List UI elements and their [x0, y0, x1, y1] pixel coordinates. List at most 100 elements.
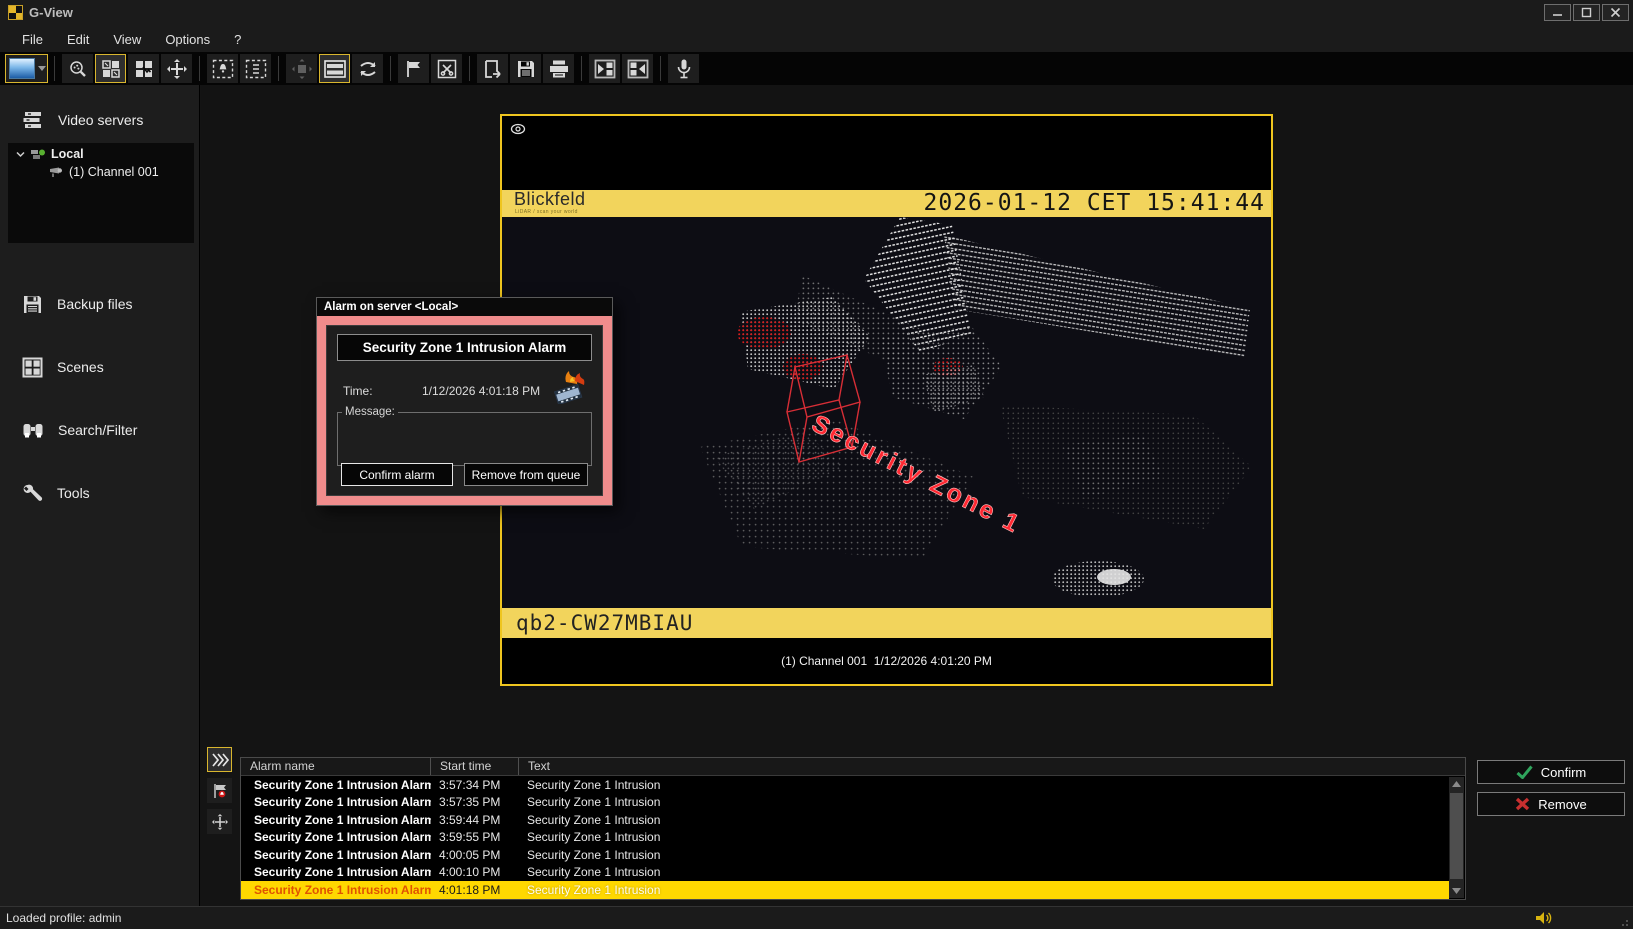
tree-node-label: (1) Channel 001 — [69, 165, 159, 179]
sidebar-item-video-servers[interactable]: Video servers — [0, 103, 199, 137]
alarm-table-scrollbar[interactable] — [1449, 777, 1464, 898]
video-top-letterbox — [502, 116, 1271, 190]
print-button[interactable] — [543, 54, 574, 83]
column-header-spacer — [1431, 758, 1447, 775]
sidebar-item-search-filter[interactable]: Search/Filter — [0, 413, 199, 447]
fast-forward-button[interactable] — [207, 747, 232, 772]
blickfeld-tagline: LiDAR / scan your world — [515, 209, 578, 215]
message-fieldset: Message: — [337, 406, 592, 466]
menu-help[interactable]: ? — [222, 29, 253, 50]
display-mode-button[interactable] — [5, 54, 48, 83]
alarm-dialog-title[interactable]: Alarm on server <Local> — [317, 298, 612, 316]
scrollbar-thumb[interactable] — [1450, 793, 1463, 879]
snapshot-scissors-button[interactable] — [431, 54, 462, 83]
maximize-button[interactable] — [1573, 4, 1600, 21]
column-header-start-time[interactable]: Start time — [431, 758, 519, 775]
title-bar: G-View — [0, 0, 1633, 26]
menu-file[interactable]: File — [10, 29, 55, 50]
message-value[interactable] — [338, 418, 591, 454]
remove-button-label: Remove — [1538, 797, 1586, 812]
selection-box-icon — [245, 59, 267, 79]
sidebar-item-tools[interactable]: Tools — [0, 476, 199, 510]
confirm-alarm-button[interactable]: Confirm alarm — [341, 463, 453, 486]
swap-views-icon — [357, 59, 379, 79]
alarm-selection-button[interactable] — [207, 54, 238, 83]
alarm-table-header: Alarm name Start time Text — [241, 758, 1465, 776]
alarm-row-text: Security Zone 1 Intrusion — [519, 848, 1449, 862]
save-button[interactable] — [510, 54, 541, 83]
resize-grip[interactable] — [1621, 917, 1631, 927]
confirm-button[interactable]: Confirm — [1477, 760, 1625, 784]
zoom-icon — [68, 59, 88, 79]
alarm-row-name: Security Zone 1 Intrusion Alarm — [254, 865, 431, 879]
pan-center-button[interactable] — [286, 54, 317, 83]
remove-from-queue-button[interactable]: Remove from queue — [464, 463, 588, 486]
sidebar-item-label: Search/Filter — [58, 422, 137, 438]
microphone-button[interactable] — [668, 54, 699, 83]
tree-node-local[interactable]: Local — [8, 143, 194, 161]
alarm-table-row[interactable]: Security Zone 1 Intrusion Alarm 4:00:05 … — [241, 846, 1449, 864]
export-page-button[interactable] — [477, 54, 508, 83]
remove-button[interactable]: Remove — [1477, 792, 1625, 816]
pan-center-icon — [291, 58, 313, 80]
panel-next-button[interactable] — [622, 54, 653, 83]
menu-edit[interactable]: Edit — [55, 29, 101, 50]
sidebar: Video servers Local (1) Channel 001 Back… — [0, 85, 200, 908]
microphone-icon — [675, 58, 693, 80]
grid-cursor-button[interactable] — [128, 54, 159, 83]
alarm-flag-icon — [212, 783, 228, 799]
menu-options[interactable]: Options — [153, 29, 222, 50]
flag-button[interactable] — [398, 54, 429, 83]
alarm-table-row[interactable]: Security Zone 1 Intrusion Alarm 4:00:10 … — [241, 864, 1449, 882]
alarm-table: Alarm name Start time Text Security Zone… — [240, 757, 1466, 929]
alarm-row-name: Security Zone 1 Intrusion Alarm — [254, 813, 431, 827]
column-header-text[interactable]: Text — [519, 758, 1431, 775]
tree-node-channel[interactable]: (1) Channel 001 — [8, 161, 194, 179]
chevron-expanded-icon — [16, 151, 25, 158]
tree-node-label: Local — [51, 147, 84, 161]
alarm-flag-button[interactable] — [207, 778, 232, 803]
scroll-down-icon[interactable] — [1449, 884, 1464, 898]
panel-prev-button[interactable] — [589, 54, 620, 83]
alarm-table-row[interactable]: Security Zone 1 Intrusion Alarm 3:57:35 … — [241, 794, 1449, 812]
video-panel-channel-001[interactable]: Blickfeld LiDAR / scan your world 2026-0… — [500, 114, 1273, 686]
sidebar-item-backup-files[interactable]: Backup files — [0, 287, 199, 321]
status-profile-text: Loaded profile: admin — [6, 911, 121, 925]
toolbar-separator — [581, 56, 582, 81]
display-mode-icon — [9, 58, 35, 79]
alarm-table-row[interactable]: Security Zone 1 Intrusion Alarm 3:59:55 … — [241, 829, 1449, 847]
alarm-row-time: 3:59:44 PM — [431, 813, 519, 827]
alarm-table-row[interactable]: Security Zone 1 Intrusion Alarm 4:01:18 … — [241, 881, 1449, 899]
minimize-button[interactable] — [1544, 4, 1571, 21]
detach-move-button[interactable] — [207, 809, 232, 834]
selection-box-button[interactable] — [240, 54, 271, 83]
close-button[interactable] — [1602, 4, 1629, 21]
swap-views-button[interactable] — [352, 54, 383, 83]
camera-icon — [48, 166, 64, 178]
snapshot-scissors-icon — [437, 59, 457, 79]
split-horizontal-button[interactable] — [319, 54, 350, 83]
app-window: G-View File Edit View Options ? — [0, 0, 1633, 929]
alarm-row-time: 3:57:34 PM — [431, 778, 519, 792]
sidebar-item-scenes[interactable]: Scenes — [0, 350, 199, 384]
menu-view[interactable]: View — [101, 29, 153, 50]
pan-move-button[interactable] — [161, 54, 192, 83]
device-id-label: qb2-CW27MBIAU — [516, 611, 693, 635]
channel-caption: (1) Channel 001 1/12/2026 4:01:20 PM — [502, 654, 1271, 668]
alarm-table-row[interactable]: Security Zone 1 Intrusion Alarm 3:59:44 … — [241, 811, 1449, 829]
check-icon — [1516, 765, 1533, 779]
alarm-dialog-content: Security Zone 1 Intrusion Alarm Time: 1/… — [326, 325, 603, 496]
column-header-alarm-name[interactable]: Alarm name — [241, 758, 431, 775]
toolbar-separator — [469, 56, 470, 81]
video-timestamp-overlay: 2026-01-12 CET 15:41:44 — [924, 190, 1266, 216]
speaker-icon[interactable] — [1534, 910, 1554, 926]
alarm-row-text: Security Zone 1 Intrusion — [519, 778, 1449, 792]
alarm-row-name: Security Zone 1 Intrusion Alarm — [254, 778, 431, 792]
video-header-band: Blickfeld LiDAR / scan your world 2026-0… — [502, 190, 1271, 217]
scroll-up-icon[interactable] — [1449, 777, 1464, 791]
zoom-button[interactable] — [62, 54, 93, 83]
alarm-actions: Confirm Remove — [1477, 760, 1625, 816]
grid-select-button[interactable] — [95, 54, 126, 83]
toolbar-separator — [278, 56, 279, 81]
alarm-table-row[interactable]: Security Zone 1 Intrusion Alarm 3:57:34 … — [241, 776, 1449, 794]
